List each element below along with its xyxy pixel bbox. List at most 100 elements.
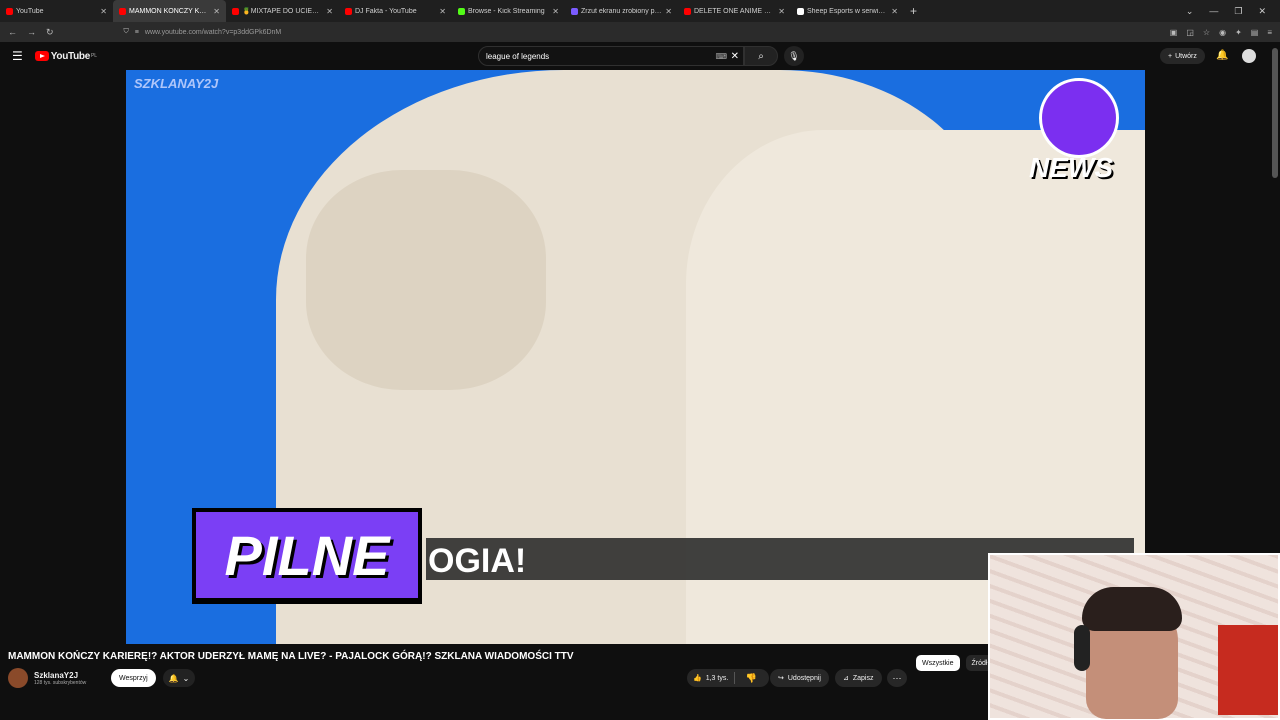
restore-icon[interactable]: ❐ [1234,6,1242,17]
voice-search-button[interactable]: 🎙 [784,46,804,66]
tab-favicon-icon [797,7,804,15]
tab-favicon-icon [458,7,465,15]
chip-all[interactable]: Wszystkie [916,655,960,671]
browser-tab[interactable]: YouTube ✕ [0,0,113,22]
search-button[interactable]: ⌕ [744,46,778,66]
page-scrollbar[interactable] [1272,48,1278,178]
tab-title: Zrzut ekranu zrobiony przez Lig [581,7,662,15]
news-logo-icon [1039,78,1119,158]
menu-icon[interactable]: ≡ [1267,28,1272,37]
notifications-bell-icon[interactable]: 🔔 [1216,50,1228,61]
more-actions-button[interactable]: ⋯ [887,669,907,687]
pilne-banner: PILNE [192,508,422,604]
youtube-logo[interactable]: YouTube PL [34,51,98,62]
tab-title: 🍍MIXTAPE DO UCIEKANIA P [242,8,323,15]
subscriber-count: 128 tys. subskrybentów [34,679,87,686]
search-input[interactable]: league of legends ⌨ ✕ [478,46,744,66]
tab-title: DELETE ONE ANIME OPENING [694,7,775,15]
tab-close-icon[interactable]: ✕ [100,7,107,16]
close-window-icon[interactable]: ✕ [1258,6,1266,17]
browser-tab[interactable]: DJ Fakta - YouTube ✕ [339,0,452,22]
thumbs-down-icon[interactable]: 👎 [746,673,757,684]
logo-region: PL [90,53,98,59]
puzzle-icon[interactable]: ✦ [1235,28,1242,37]
share-icon: ↪ [778,675,784,682]
tab-title: Sheep Esports w serwisie X: „SH [807,7,888,15]
tab-close-icon[interactable]: ✕ [891,7,898,16]
tab-title: DJ Fakta - YouTube [355,7,417,15]
like-count: 1,3 tys. [705,674,729,682]
hamburger-menu-icon[interactable]: ☰ [12,49,23,63]
back-icon[interactable]: ← [8,27,17,38]
lower-third-text: OGIA! [428,542,527,580]
tab-favicon-icon [571,7,578,15]
tab-title: Browse - Kick Streaming [468,7,545,15]
bookmark-star-icon[interactable]: ☆ [1203,28,1210,37]
pip-icon[interactable]: ◲ [1186,28,1194,37]
share-button[interactable]: ↪ Udostępnij [770,669,829,687]
headset-icon [1074,625,1090,671]
tab-close-icon[interactable]: ✕ [552,7,559,16]
account-avatar[interactable] [1242,49,1256,63]
youtube-header: ☰ YouTube PL league of legends ⌨ ✕ ⌕ 🎙 +… [0,42,1280,70]
thumbs-up-icon: 👍 [693,675,702,682]
save-button[interactable]: ⊿ Zapisz [835,669,882,687]
plus-icon: + [1168,52,1173,60]
bell-icon: 🔔 [168,673,179,683]
tab-close-icon[interactable]: ✕ [439,7,446,16]
browser-tab[interactable]: DELETE ONE ANIME OPENING✕ [678,0,791,22]
channel-name[interactable]: SzklanaY2J [34,671,86,680]
search-icon: ⌕ [758,50,764,62]
video-title: MAMMON KOŃCZY KARIERĘ!? AKTOR UDERZYŁ MA… [8,651,574,662]
browser-tab[interactable]: Browse - Kick Streaming ✕ [452,0,565,22]
browser-tab[interactable]: Sheep Esports w serwisie X: „SH✕ [791,0,904,22]
search-value: league of legends [486,51,550,61]
chevron-down-icon: ⌄ [182,673,190,683]
screen-icon[interactable]: ▣ [1170,28,1178,37]
window-controls: ⌄ — ❐ ✕ [1186,0,1280,22]
reload-icon[interactable]: ↻ [46,27,54,38]
tab-favicon-icon [119,7,126,15]
news-badge-text: NEWS [1029,152,1113,183]
share-label: Udostępnij [787,674,821,682]
tab-favicon-icon [684,7,691,15]
microphone-icon: 🎙 [788,50,800,61]
channel-info: SzklanaY2J 128 tys. subskrybentów [8,668,86,688]
forward-icon[interactable]: → [27,27,36,38]
tab-close-icon[interactable]: ✕ [778,7,785,16]
tab-title: MAMMON KOŃCZY KARIERĘ!? AKT [129,7,211,15]
youtube-play-icon [34,51,49,61]
tab-list-icon[interactable]: ⌄ [1186,6,1194,17]
tab-close-icon[interactable]: ✕ [665,7,672,16]
tab-close-icon[interactable]: ✕ [213,7,220,16]
address-bar: ← → ↻ ⛉ ≡ www.youtube.com/watch?v=p3ddGP… [0,22,1280,42]
browser-tab[interactable]: 🍍MIXTAPE DO UCIEKANIA P✕ [226,0,339,22]
tune-icon[interactable]: ≡ [135,29,139,36]
url-field[interactable]: www.youtube.com/watch?v=p3ddGPk6DnM [145,29,281,36]
news-badge: NEWS [1029,78,1125,190]
channel-avatar[interactable] [8,668,28,688]
create-button[interactable]: + Utwórz [1160,48,1205,64]
like-button[interactable]: 👍 1,3 tys. 👎 [687,669,769,687]
tab-favicon-icon [232,7,239,15]
webcam-overlay [988,553,1280,720]
more-icon: ⋯ [892,672,902,683]
keyboard-icon[interactable]: ⌨ [715,52,727,61]
browser-tab[interactable]: MAMMON KOŃCZY KARIERĘ!? AKT✕ [113,0,226,22]
create-label: Utwórz [1175,52,1197,60]
tab-close-icon[interactable]: ✕ [326,7,333,16]
save-label: Zapisz [852,674,874,682]
new-tab-button[interactable]: + [910,4,917,18]
clear-search-icon[interactable]: ✕ [731,51,739,62]
browser-tab-bar: YouTube✕MAMMON KOŃCZY KARIERĘ!? AKT✕🍍MIX… [0,0,1280,22]
related-filter-chips: Wszystkie Źródł [916,655,994,671]
profile-icon[interactable]: ▤ [1251,28,1259,37]
browser-tab[interactable]: Zrzut ekranu zrobiony przez Lig✕ [565,0,678,22]
minimize-icon[interactable]: — [1209,6,1218,16]
channel-watermark: SZKLANAY2J [134,76,219,91]
extension-icon[interactable]: ◉ [1219,28,1226,37]
join-button[interactable]: Wesprzyj [111,669,156,687]
subscribe-bell-button[interactable]: 🔔 ⌄ [163,669,195,687]
tab-favicon-icon [6,7,13,15]
shield-icon[interactable]: ⛉ [124,28,129,36]
